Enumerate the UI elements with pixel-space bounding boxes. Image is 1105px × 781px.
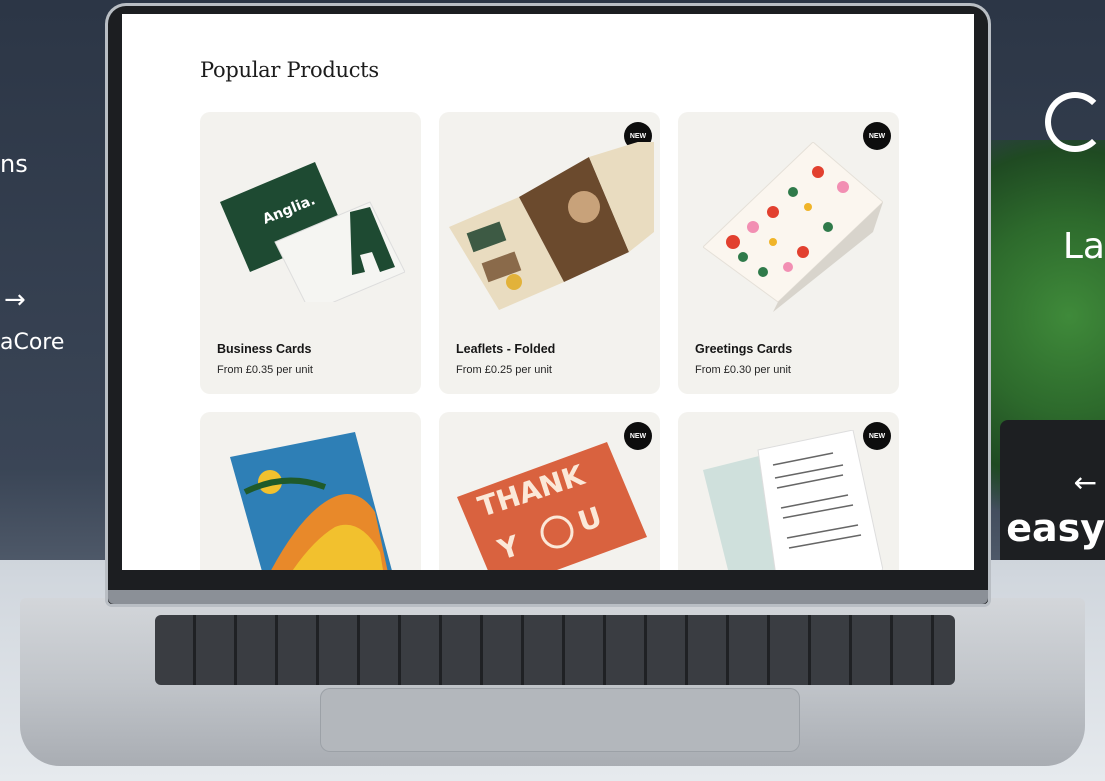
left-logo-1: ns	[0, 150, 28, 178]
product-price: From £0.30 per unit	[695, 364, 791, 376]
plant-pot	[1000, 420, 1105, 580]
product-card-art-print[interactable]	[200, 412, 421, 570]
product-card-leaflets[interactable]: NEW Leaflets - Folded From £0.25 per uni…	[439, 112, 660, 394]
right-arrow-icon: ←	[1073, 466, 1097, 499]
menu-card-image	[703, 429, 884, 570]
page-title: Popular Products	[200, 58, 379, 82]
right-logo-2: easy	[1006, 506, 1105, 550]
art-print-image	[225, 432, 395, 570]
product-name: Leaflets - Folded	[456, 342, 556, 356]
left-arrow-icon: →	[4, 285, 26, 315]
product-name: Greetings Cards	[695, 342, 793, 356]
left-logo-2: aCore	[0, 330, 65, 355]
greeting-card-image	[702, 141, 884, 312]
leaflet-image	[449, 137, 654, 312]
keyboard	[155, 615, 955, 685]
business-card-image: Anglia.	[220, 152, 406, 313]
browser-screen: Popular Products Anglia. Business Cards …	[122, 14, 974, 570]
thank-you-card-image: THANK Y U	[457, 442, 647, 570]
right-swirl-icon	[1045, 92, 1105, 152]
product-card-thank-you-cards[interactable]: NEW THANK Y U	[439, 412, 660, 570]
product-card-greetings-cards[interactable]: NEW Greetings Cards From £0.30 per unit	[678, 112, 899, 394]
product-card-menus[interactable]: NEW	[678, 412, 899, 570]
trackpad	[320, 688, 800, 752]
right-logo-1: La	[1062, 226, 1105, 267]
product-card-business-cards[interactable]: Anglia. Business Cards From £0.35 per un…	[200, 112, 421, 394]
product-name: Business Cards	[217, 342, 312, 356]
product-price: From £0.35 per unit	[217, 364, 313, 376]
laptop-hinge	[108, 590, 988, 604]
product-price: From £0.25 per unit	[456, 364, 552, 376]
